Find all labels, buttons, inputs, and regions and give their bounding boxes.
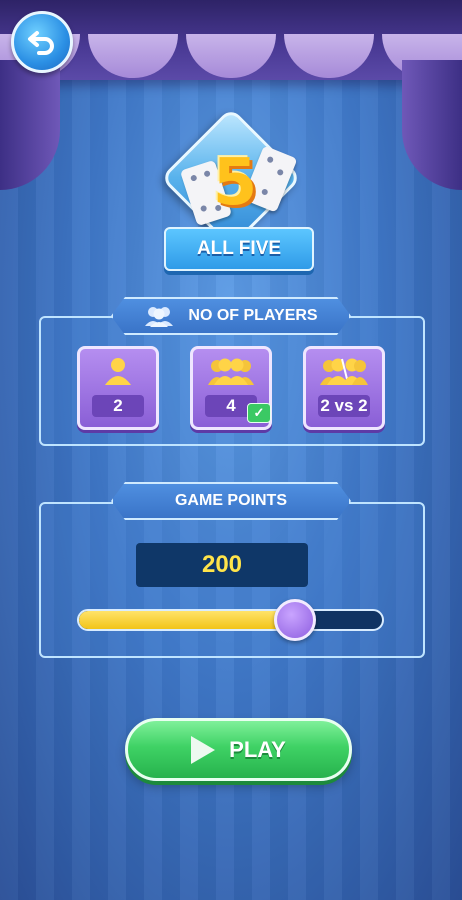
curtain-scallop	[284, 34, 374, 78]
points-slider-handle[interactable]	[273, 599, 316, 641]
players-header-label: NO OF PLAYERS	[188, 307, 318, 324]
back-arrow-icon	[28, 31, 54, 55]
back-button[interactable]	[11, 11, 73, 73]
selected-check-icon: ✓	[247, 403, 271, 423]
players-option-2[interactable]: 2	[77, 346, 159, 430]
group-players-icon	[193, 357, 269, 393]
players-option-label: 2	[92, 395, 144, 417]
play-label: PLAY	[229, 736, 286, 762]
players-option-4[interactable]: 4 ✓	[190, 346, 272, 430]
play-icon	[191, 735, 216, 764]
points-slider[interactable]	[77, 609, 384, 631]
players-option-2vs2[interactable]: 2 vs 2	[303, 346, 385, 430]
players-option-label: 2 vs 2	[318, 395, 370, 417]
side-curtain-left	[0, 60, 60, 190]
team-vs-icon	[306, 357, 382, 393]
players-header: NO OF PLAYERS	[111, 297, 351, 335]
game-title: ALL FIVE	[164, 227, 314, 271]
side-curtain-right	[402, 60, 462, 190]
curtain-scallop	[186, 34, 276, 78]
players-header-icon	[144, 305, 174, 327]
logo-number: 5	[212, 146, 258, 220]
curtain-scallop	[88, 34, 178, 78]
points-slider-fill	[79, 611, 297, 629]
points-header-label: GAME POINTS	[174, 492, 287, 509]
play-button[interactable]: PLAY	[125, 718, 352, 781]
points-value: 200	[136, 543, 308, 587]
points-header: GAME POINTS	[111, 482, 351, 520]
single-player-icon	[80, 357, 156, 393]
